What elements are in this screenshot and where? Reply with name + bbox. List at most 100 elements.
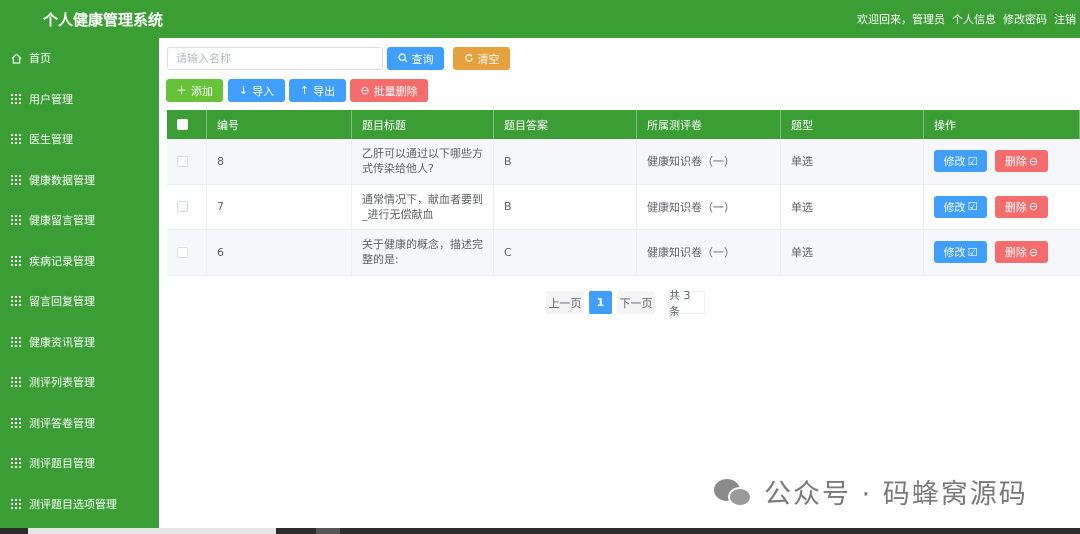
sidebar-item-assessment-answers[interactable]: 测评答卷管理	[0, 403, 159, 444]
grid-icon	[10, 498, 22, 510]
arrow-down-icon: ↓	[238, 84, 249, 97]
top-links: 欢迎回来，管理员 个人信息 修改密码 注销	[857, 11, 1076, 27]
top-bar: 个人健康管理系统 欢迎回来，管理员 个人信息 修改密码 注销	[0, 0, 1080, 38]
next-page-button[interactable]: 下一页	[617, 291, 655, 314]
edit-button[interactable]: 修改 ☑	[934, 195, 987, 218]
cell-answer: B	[494, 139, 637, 184]
sidebar-item-assessment-list[interactable]: 测评列表管理	[0, 362, 159, 403]
header-actions: 操作	[924, 110, 1080, 139]
sidebar-item-health-messages[interactable]: 健康留言管理	[0, 200, 159, 241]
grid-icon	[10, 214, 22, 226]
clear-button[interactable]: 清空	[453, 47, 510, 70]
sidebar-item-health-news[interactable]: 健康资讯管理	[0, 322, 159, 363]
select-all-checkbox[interactable]	[177, 119, 188, 130]
sidebar-item-message-replies[interactable]: 留言回复管理	[0, 281, 159, 322]
header-type: 题型	[781, 110, 924, 139]
edit-button-label: 修改	[943, 155, 966, 169]
home-icon	[10, 52, 22, 64]
cell-answer: C	[494, 230, 637, 275]
minus-circle-icon: ⊖	[1028, 245, 1039, 259]
search-icon	[397, 52, 408, 65]
search-input[interactable]	[167, 47, 383, 70]
table-row: 8 乙肝可以通过以下哪些方式传染给他人? B 健康知识卷（一） 单选 修改 ☑ 删…	[167, 139, 1080, 185]
sidebar-item-doctors[interactable]: 医生管理	[0, 119, 159, 160]
edit-button[interactable]: 修改 ☑	[934, 150, 987, 173]
sidebar-item-users[interactable]: 用户管理	[0, 79, 159, 120]
cell-answer: B	[494, 184, 637, 229]
row-select-cell	[167, 184, 207, 229]
prev-page-button[interactable]: 上一页	[546, 291, 584, 314]
taskbar	[0, 528, 1080, 534]
row-checkbox[interactable]	[177, 246, 188, 258]
sidebar-item-label: 测评列表管理	[29, 376, 95, 390]
sidebar: 首页 用户管理 医生管理 健康数据管理 健康留言管理 疾病记录管理 留言回复管理…	[0, 38, 159, 528]
edit-button[interactable]: 修改 ☑	[934, 241, 987, 264]
import-button-label: 导入	[252, 84, 275, 98]
batch-delete-button[interactable]: ⊖ 批量删除	[350, 79, 428, 102]
sidebar-item-label: 健康资讯管理	[29, 335, 95, 349]
add-button-label: 添加	[191, 84, 213, 98]
table-row: 6 关于健康的概念，描述完整的是: C 健康知识卷（一） 单选 修改 ☑ 删除 ⊖	[167, 230, 1080, 276]
header-paper: 所属测评卷	[637, 110, 781, 139]
cell-title: 关于健康的概念，描述完整的是:	[352, 230, 494, 275]
grid-icon	[10, 93, 22, 105]
grid-icon	[10, 457, 22, 469]
query-button-label: 查询	[411, 52, 434, 66]
cell-paper: 健康知识卷（一）	[637, 230, 781, 275]
sidebar-item-label: 测评题目选项管理	[29, 497, 117, 511]
query-button[interactable]: 查询	[387, 47, 444, 70]
cell-type: 单选	[781, 184, 924, 229]
sidebar-item-label: 留言回复管理	[29, 295, 95, 309]
delete-button[interactable]: 删除 ⊖	[995, 150, 1048, 173]
table-row: 7 通常情况下，献血者要到_进行无偿献血 B 健康知识卷（一） 单选 修改 ☑ 删…	[167, 184, 1080, 230]
sidebar-item-label: 测评题目管理	[29, 457, 95, 471]
main-content: 查询 清空 ＋ 添加 ↓ 导入 ↑ 导出 ⊖ 批量删除 编号 题目标题 题目答案…	[159, 38, 1080, 528]
sidebar-item-disease-records[interactable]: 疾病记录管理	[0, 241, 159, 282]
minus-circle-icon: ⊖	[1028, 200, 1039, 214]
page-button-1[interactable]: 1	[589, 291, 612, 314]
logout-link[interactable]: 注销	[1054, 11, 1076, 27]
sidebar-item-label: 首页	[29, 52, 51, 66]
welcome-text: 欢迎回来，管理员	[857, 13, 945, 26]
row-select-cell	[167, 139, 207, 184]
export-button-label: 导出	[313, 84, 336, 98]
refresh-icon	[464, 53, 474, 65]
sidebar-item-label: 健康数据管理	[29, 173, 95, 187]
edit-icon: ☑	[967, 200, 978, 214]
delete-button[interactable]: 删除 ⊖	[995, 195, 1048, 218]
cell-title: 通常情况下，献血者要到_进行无偿献血	[352, 184, 494, 229]
edit-button-label: 修改	[943, 200, 966, 214]
wechat-icon	[712, 475, 756, 509]
sidebar-item-health-data[interactable]: 健康数据管理	[0, 160, 159, 201]
row-checkbox[interactable]	[177, 155, 188, 167]
cell-actions: 修改 ☑ 删除 ⊖	[924, 185, 1080, 230]
watermark-text: 公众号 · 码蜂窝源码	[764, 479, 1028, 510]
delete-button[interactable]: 删除 ⊖	[995, 241, 1048, 264]
header-answer: 题目答案	[494, 110, 637, 139]
sidebar-item-assessment-questions[interactable]: 测评题目管理	[0, 443, 159, 484]
cell-id: 7	[207, 184, 352, 229]
export-button[interactable]: ↑ 导出	[289, 79, 346, 102]
questions-table: 编号 题目标题 题目答案 所属测评卷 题型 操作 8 乙肝可以通过以下哪些方式传…	[167, 110, 1080, 276]
import-button[interactable]: ↓ 导入	[228, 79, 285, 102]
sidebar-item-label: 测评答卷管理	[29, 416, 95, 430]
edit-icon: ☑	[967, 245, 978, 259]
change-password-link[interactable]: 修改密码	[1003, 11, 1047, 27]
clear-button-label: 清空	[477, 52, 500, 66]
cell-paper: 健康知识卷（一）	[637, 139, 781, 184]
cell-paper: 健康知识卷（一）	[637, 184, 781, 229]
edit-button-label: 修改	[943, 246, 966, 260]
header-title: 题目标题	[352, 110, 494, 139]
row-checkbox[interactable]	[177, 201, 188, 213]
profile-link[interactable]: 个人信息	[952, 11, 996, 27]
sidebar-item-home[interactable]: 首页	[0, 38, 159, 79]
cell-title: 乙肝可以通过以下哪些方式传染给他人?	[352, 139, 494, 184]
edit-icon: ☑	[967, 154, 978, 168]
sidebar-item-label: 疾病记录管理	[29, 254, 95, 268]
header-select-cell	[167, 110, 207, 139]
sidebar-item-question-options[interactable]: 测评题目选项管理	[0, 484, 159, 525]
add-button[interactable]: ＋ 添加	[166, 79, 223, 102]
delete-button-label: 删除	[1004, 200, 1027, 214]
batch-delete-button-label: 批量删除	[373, 84, 418, 98]
grid-icon	[10, 133, 22, 145]
